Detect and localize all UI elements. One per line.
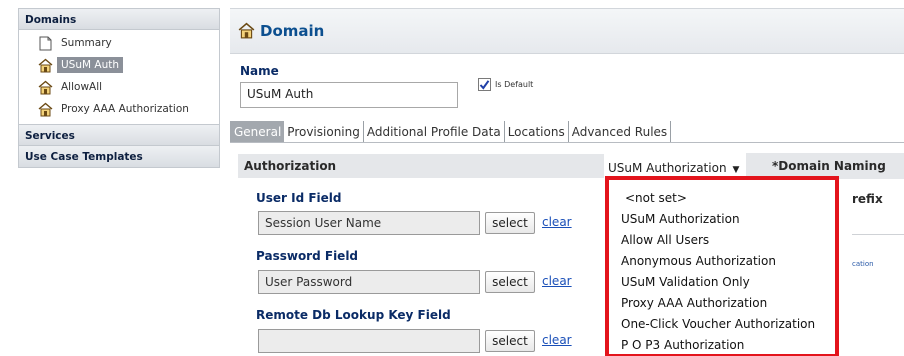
user-id-field-input[interactable]: Session User Name	[258, 211, 480, 235]
is-default-label: Is Default	[495, 80, 534, 89]
page-title: Domain	[260, 22, 325, 40]
tab-bar: General Provisioning Additional Profile …	[230, 121, 904, 143]
home-icon	[37, 57, 53, 73]
user-id-clear-link[interactable]: clear	[542, 215, 572, 229]
name-field[interactable]: USuM Auth	[240, 82, 458, 108]
prefix-label-fragment: refix	[852, 192, 883, 206]
tab-locations[interactable]: Locations	[505, 121, 569, 142]
password-field-label: Password Field	[256, 249, 359, 263]
sidebar-item-proxy-aaa[interactable]: Proxy AAA Authorization	[19, 98, 219, 120]
chevron-down-icon: ▼	[732, 165, 740, 175]
sidebar-section-use-case-templates[interactable]: Use Case Templates	[18, 146, 220, 168]
sidebar-item-summary[interactable]: Summary	[19, 32, 219, 54]
checkmark-icon	[479, 80, 490, 90]
sidebar-section-services[interactable]: Services	[18, 124, 220, 146]
small-link-fragment[interactable]: cation	[852, 260, 874, 268]
dropdown-option-anonymous-authorization[interactable]: Anonymous Authorization	[621, 251, 835, 272]
templates-header-label: Use Case Templates	[25, 151, 143, 163]
remote-db-clear-link[interactable]: clear	[542, 333, 572, 347]
dropdown-option-pop3-authorization[interactable]: P O P3 Authorization	[621, 335, 835, 356]
dropdown-option-usum-authorization[interactable]: USuM Authorization	[621, 209, 835, 230]
services-header-label: Services	[25, 130, 75, 142]
is-default-control[interactable]: Is Default	[478, 78, 533, 91]
sidebar-item-allowall[interactable]: AllowAll	[19, 76, 219, 98]
user-id-select-button[interactable]: select	[485, 212, 535, 234]
home-icon	[37, 101, 53, 117]
sidebar-item-label: AllowAll	[61, 81, 103, 93]
divider	[852, 234, 904, 235]
main-panel: Domain Name USuM Auth Is Default General…	[230, 8, 904, 356]
tab-general[interactable]: General	[230, 121, 285, 142]
dropdown-option-one-click-voucher[interactable]: One-Click Voucher Authorization	[621, 314, 835, 335]
tab-provisioning[interactable]: Provisioning	[284, 121, 364, 142]
remote-db-select-button[interactable]: select	[485, 330, 535, 352]
domain-tree: Summary USuM Auth AllowAll Proxy AAA Aut…	[18, 30, 220, 124]
authorization-dropdown-menu: <not set> USuM Authorization Allow All U…	[605, 176, 839, 356]
sidebar-item-label: Proxy AAA Authorization	[61, 103, 189, 115]
password-field-input[interactable]: User Password	[258, 270, 480, 294]
dropdown-option-proxy-aaa-authorization[interactable]: Proxy AAA Authorization	[621, 293, 835, 314]
remote-db-lookup-key-field-label: Remote Db Lookup Key Field	[256, 308, 451, 322]
sidebar-item-label: Summary	[61, 37, 112, 49]
dropdown-option-allow-all-users[interactable]: Allow All Users	[621, 230, 835, 251]
tab-advanced-rules[interactable]: Advanced Rules	[569, 121, 672, 142]
sidebar-item-label: USuM Auth	[57, 57, 124, 73]
password-clear-link[interactable]: clear	[542, 274, 572, 288]
home-icon	[238, 22, 256, 40]
password-select-button[interactable]: select	[485, 271, 535, 293]
authorization-section-header: Authorization	[238, 154, 604, 178]
name-label: Name	[240, 64, 279, 78]
remote-db-lookup-key-field-input[interactable]	[258, 329, 480, 353]
dropdown-option-usum-validation-only[interactable]: USuM Validation Only	[621, 272, 835, 293]
is-default-checkbox[interactable]	[478, 78, 491, 91]
sidebar: Domains Summary USuM Auth AllowAll Proxy…	[18, 8, 220, 353]
user-id-field-label: User Id Field	[256, 191, 342, 205]
domains-header-label: Domains	[25, 14, 77, 26]
page-title-bar: Domain	[230, 8, 904, 54]
sidebar-item-usum-auth[interactable]: USuM Auth	[19, 54, 219, 76]
dropdown-option-not-set[interactable]: <not set>	[621, 188, 835, 209]
sidebar-section-domains[interactable]: Domains	[18, 8, 220, 30]
home-icon	[37, 79, 53, 95]
document-icon	[37, 35, 53, 51]
tab-additional-profile-data[interactable]: Additional Profile Data	[364, 121, 505, 142]
authorization-select-value: USuM Authorization	[608, 161, 727, 175]
